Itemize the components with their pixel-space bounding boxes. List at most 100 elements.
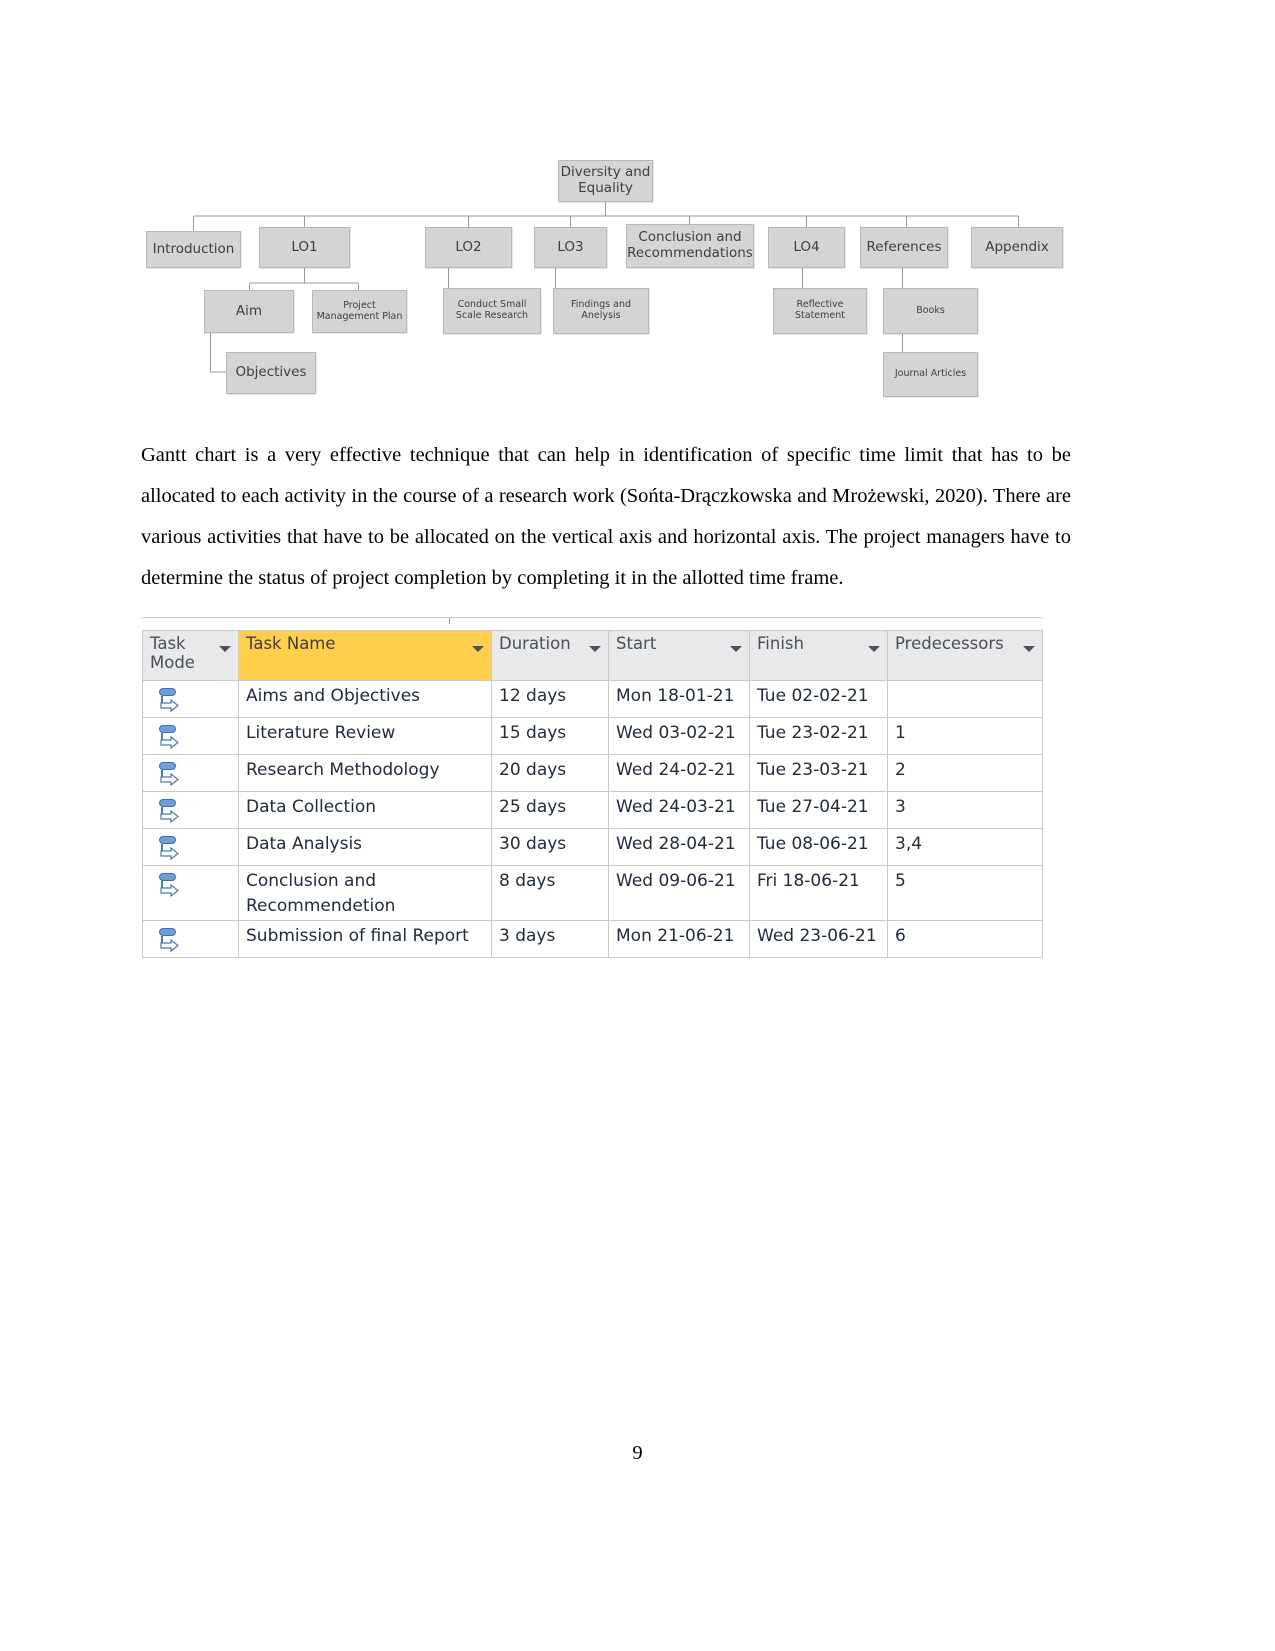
org-node-reflective-statement: Reflective Statement <box>773 288 867 334</box>
table-top-rule <box>142 617 1042 630</box>
manually-scheduled-icon <box>158 724 182 751</box>
org-node-label: Aim <box>235 302 263 319</box>
table-row[interactable]: Aims and Objectives 12 days Mon 18-01-21 Tu… <box>142 680 1043 718</box>
org-node-label: LO4 <box>793 238 820 255</box>
column-header-task-name[interactable]: Task Name <box>238 630 492 681</box>
finish-date-cell[interactable]: Wed 23-06-21 <box>749 920 888 959</box>
org-node-root-label: Diversity and Equality <box>560 164 651 196</box>
finish-date-cell[interactable]: Tue 02-02-21 <box>749 680 888 718</box>
table-row[interactable]: Conclusion and Recommendetion 8 days Wed 0… <box>142 864 1043 922</box>
org-node-label: Introduction <box>152 240 235 257</box>
org-node-label: Project Management Plan <box>316 299 403 322</box>
task-name-cell[interactable]: Submission of final Report <box>238 920 492 959</box>
manually-scheduled-icon <box>158 927 182 954</box>
finish-date-cell[interactable]: Tue 23-03-21 <box>749 754 888 792</box>
org-node-lo4: LO4 <box>768 227 845 268</box>
org-node-references: References <box>860 227 948 268</box>
predecessors-cell[interactable] <box>887 680 1043 718</box>
table-header-row: Task Mode Task Name Duration Start Finis… <box>142 630 1043 681</box>
task-name-cell[interactable]: Data Collection <box>238 791 492 829</box>
org-node-label: Appendix <box>985 238 1049 255</box>
org-node-journal-articles: Journal Articles <box>883 352 978 397</box>
predecessors-cell[interactable]: 3,4 <box>887 828 1043 866</box>
org-node-introduction: Introduction <box>146 231 241 268</box>
column-header-label: Task Name <box>246 634 336 653</box>
duration-cell[interactable]: 15 days <box>491 717 609 755</box>
column-tick-marker <box>449 618 450 624</box>
start-date-cell[interactable]: Mon 18-01-21 <box>608 680 750 718</box>
page-number: 9 <box>632 1442 643 1464</box>
task-mode-cell[interactable] <box>142 920 239 959</box>
org-node-label: Journal Articles <box>894 368 967 380</box>
duration-cell[interactable]: 3 days <box>491 920 609 959</box>
start-date-cell[interactable]: Wed 09-06-21 <box>608 864 750 922</box>
gantt-task-table: Task Mode Task Name Duration Start Finis… <box>142 617 1043 959</box>
manually-scheduled-icon <box>158 798 182 825</box>
task-name-cell[interactable]: Research Methodology <box>238 754 492 792</box>
column-header-duration[interactable]: Duration <box>491 630 609 681</box>
duration-cell[interactable]: 12 days <box>491 680 609 718</box>
duration-cell[interactable]: 8 days <box>491 864 609 922</box>
table-row[interactable]: Research Methodology 20 days Wed 24-02-21 T… <box>142 754 1043 792</box>
org-node-lo3: LO3 <box>534 227 607 268</box>
org-node-root: Diversity and Equality <box>558 160 653 202</box>
task-mode-cell[interactable] <box>142 754 239 792</box>
table-row[interactable]: Data Collection 25 days Wed 24-03-21 Tue 27… <box>142 791 1043 829</box>
document-page: Diversity and Equality Introduction LO1 … <box>0 0 1275 1651</box>
org-node-conduct-small-scale-research: Conduct Small Scale Research <box>443 288 541 334</box>
manually-scheduled-icon <box>158 761 182 788</box>
task-name-cell[interactable]: Aims and Objectives <box>238 680 492 718</box>
start-date-cell[interactable]: Wed 03-02-21 <box>608 717 750 755</box>
finish-date-cell[interactable]: Fri 18-06-21 <box>749 864 888 922</box>
predecessors-cell[interactable]: 6 <box>887 920 1043 959</box>
task-name-cell[interactable]: Conclusion and Recommendetion <box>238 864 492 922</box>
org-node-project-management-plan: Project Management Plan <box>312 290 407 333</box>
column-header-start[interactable]: Start <box>608 630 750 681</box>
task-mode-cell[interactable] <box>142 828 239 866</box>
start-date-cell[interactable]: Wed 24-02-21 <box>608 754 750 792</box>
chevron-down-icon[interactable] <box>472 646 484 652</box>
org-node-label: LO2 <box>455 238 482 255</box>
task-mode-cell[interactable] <box>142 680 239 718</box>
table-row[interactable]: Data Analysis 30 days Wed 28-04-21 Tue 08-0… <box>142 828 1043 866</box>
task-mode-cell[interactable] <box>142 717 239 755</box>
start-date-cell[interactable]: Wed 24-03-21 <box>608 791 750 829</box>
org-node-label: References <box>866 238 942 255</box>
duration-cell[interactable]: 20 days <box>491 754 609 792</box>
table-row[interactable]: Submission of final Report 3 days Mon 21-0… <box>142 920 1043 959</box>
chevron-down-icon[interactable] <box>868 646 880 652</box>
start-date-cell[interactable]: Mon 21-06-21 <box>608 920 750 959</box>
column-header-predecessors[interactable]: Predecessors <box>887 630 1043 681</box>
org-node-objectives: Objectives <box>226 352 316 394</box>
table-row[interactable]: Literature Review 15 days Wed 03-02-21 Tue … <box>142 717 1043 755</box>
chevron-down-icon[interactable] <box>219 646 231 652</box>
predecessors-cell[interactable]: 1 <box>887 717 1043 755</box>
column-header-task-mode[interactable]: Task Mode <box>142 630 239 681</box>
manually-scheduled-icon <box>158 835 182 862</box>
column-header-label: Task Mode <box>150 634 195 673</box>
task-name-cell[interactable]: Literature Review <box>238 717 492 755</box>
chevron-down-icon[interactable] <box>730 646 742 652</box>
chevron-down-icon[interactable] <box>589 646 601 652</box>
column-header-finish[interactable]: Finish <box>749 630 888 681</box>
org-node-label: Objectives <box>235 364 307 381</box>
duration-cell[interactable]: 25 days <box>491 791 609 829</box>
org-node-lo2: LO2 <box>425 227 512 268</box>
task-name-cell[interactable]: Data Analysis <box>238 828 492 866</box>
chevron-down-icon[interactable] <box>1023 646 1035 652</box>
start-date-cell[interactable]: Wed 28-04-21 <box>608 828 750 866</box>
org-node-label: LO3 <box>557 238 584 255</box>
predecessors-cell[interactable]: 5 <box>887 864 1043 922</box>
predecessors-cell[interactable]: 3 <box>887 791 1043 829</box>
finish-date-cell[interactable]: Tue 08-06-21 <box>749 828 888 866</box>
duration-cell[interactable]: 30 days <box>491 828 609 866</box>
organisation-chart: Diversity and Equality Introduction LO1 … <box>140 150 1075 410</box>
predecessors-cell[interactable]: 2 <box>887 754 1043 792</box>
finish-date-cell[interactable]: Tue 23-02-21 <box>749 717 888 755</box>
task-mode-cell[interactable] <box>142 864 239 922</box>
manually-scheduled-icon <box>158 687 182 714</box>
finish-date-cell[interactable]: Tue 27-04-21 <box>749 791 888 829</box>
task-mode-cell[interactable] <box>142 791 239 829</box>
body-paragraph: Gantt chart is a very effective techniqu… <box>141 443 1071 589</box>
manually-scheduled-icon <box>158 872 182 899</box>
